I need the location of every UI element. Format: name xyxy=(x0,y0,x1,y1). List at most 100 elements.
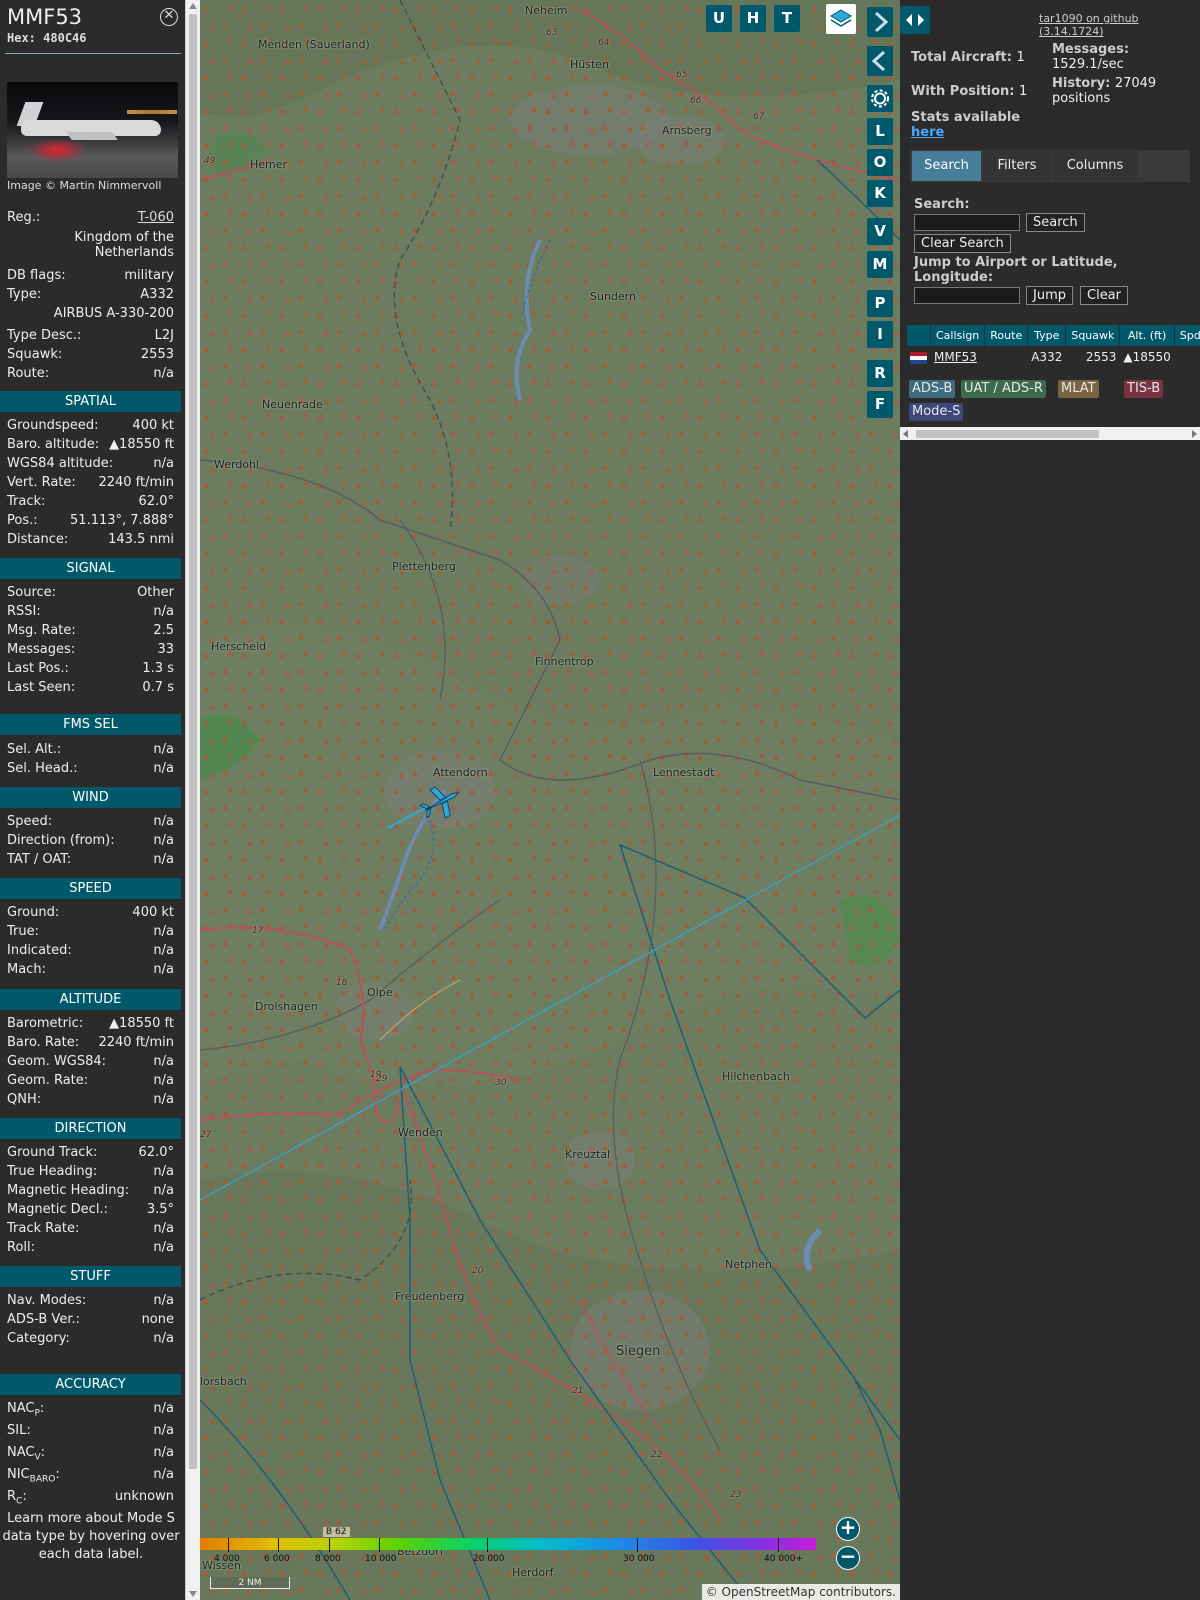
signal-label[interactable]: Source: xyxy=(7,585,56,600)
stuff-label[interactable]: Nav. Modes: xyxy=(7,1293,86,1308)
signal-label[interactable]: Msg. Rate: xyxy=(7,623,76,638)
scrollbar-thumb[interactable] xyxy=(189,14,197,1469)
callsign-cell[interactable]: MMF53 xyxy=(931,347,984,367)
map-button-i[interactable]: I xyxy=(867,321,893,348)
accuracy-label[interactable]: NAC xyxy=(7,1445,34,1460)
altitude-label[interactable]: Geom. WGS84: xyxy=(7,1054,106,1069)
stuff-label[interactable]: ADS-B Ver.: xyxy=(7,1312,80,1327)
map-button-f[interactable]: F xyxy=(867,391,893,418)
altitude-label[interactable]: Baro. Rate: xyxy=(7,1035,79,1050)
alt-cell[interactable]: ▲18550 xyxy=(1120,347,1173,367)
wind-label[interactable]: Speed: xyxy=(7,814,52,829)
direction-label[interactable]: Magnetic Decl.: xyxy=(7,1202,108,1217)
tab-search[interactable]: Search xyxy=(912,151,981,181)
tab-filters[interactable]: Filters xyxy=(983,151,1051,181)
attribution-link[interactable]: OpenStreetMap xyxy=(722,1585,816,1599)
expand-info-button[interactable] xyxy=(867,46,893,76)
spatial-label[interactable]: Pos.: xyxy=(7,513,38,528)
signal-label[interactable]: Last Seen: xyxy=(7,680,75,695)
direction-label[interactable]: Magnetic Heading: xyxy=(7,1183,129,1198)
spatial-label[interactable]: Vert. Rate: xyxy=(7,475,76,490)
map-button-h[interactable]: H xyxy=(740,5,766,32)
close-icon[interactable]: ✕ xyxy=(160,8,178,26)
column-header[interactable]: Route xyxy=(985,325,1028,346)
spatial-label[interactable]: Distance: xyxy=(7,532,68,547)
zoom-in-button[interactable]: + xyxy=(836,1517,860,1541)
column-header[interactable]: Callsign xyxy=(931,325,985,346)
scroll-down-icon[interactable] xyxy=(189,1591,197,1597)
speed-label[interactable]: Ground: xyxy=(7,905,59,920)
tab-columns[interactable]: Columns xyxy=(1053,151,1137,181)
accuracy-label-wrap[interactable]: NACV: xyxy=(7,1445,45,1463)
horizontal-scroll-thumb[interactable] xyxy=(916,430,1099,438)
map-button-p[interactable]: P xyxy=(867,290,893,317)
map-button-r[interactable]: R xyxy=(867,360,893,387)
column-header[interactable]: Type xyxy=(1028,325,1066,346)
route-cell[interactable] xyxy=(985,347,1027,367)
direction-label[interactable]: Roll: xyxy=(7,1240,35,1255)
info-panel-scrollbar[interactable] xyxy=(185,0,201,1600)
wind-label[interactable]: Direction (from): xyxy=(7,833,115,848)
search-button[interactable]: Search xyxy=(1026,213,1085,232)
clear-jump-button[interactable]: Clear xyxy=(1080,286,1128,305)
version-link[interactable]: tar1090 on github (3.14.1724) xyxy=(1039,12,1200,38)
map-button-u[interactable]: U xyxy=(706,5,732,32)
table-row[interactable]: MMF53 A332 2553 ▲18550 xyxy=(907,347,1200,367)
accuracy-label[interactable]: SIL: xyxy=(7,1423,31,1438)
search-input[interactable] xyxy=(914,214,1020,231)
map-button-t[interactable]: T xyxy=(774,5,800,32)
spd-cell[interactable] xyxy=(1175,347,1200,367)
speed-label[interactable]: Indicated: xyxy=(7,943,72,958)
settings-button[interactable] xyxy=(867,85,893,112)
layers-button[interactable] xyxy=(826,4,856,34)
signal-label[interactable]: Last Pos.: xyxy=(7,661,69,676)
flag-cell[interactable] xyxy=(907,347,930,367)
accuracy-label-wrap[interactable]: RC: xyxy=(7,1489,27,1507)
accuracy-label[interactable]: R xyxy=(7,1489,16,1504)
accuracy-label-wrap[interactable]: NACP: xyxy=(7,1401,44,1419)
map-button-k[interactable]: K xyxy=(867,180,893,207)
stats-here-link[interactable]: here xyxy=(911,125,944,140)
column-header[interactable]: Alt. (ft) xyxy=(1120,325,1174,346)
map-button-l[interactable]: L xyxy=(867,118,893,145)
jump-input[interactable] xyxy=(914,287,1020,304)
spatial-label[interactable]: Track: xyxy=(7,494,45,509)
altitude-label[interactable]: QNH: xyxy=(7,1092,41,1107)
speed-label[interactable]: True: xyxy=(7,924,39,939)
scroll-right-icon[interactable] xyxy=(1192,430,1197,438)
fms-label[interactable]: Sel. Alt.: xyxy=(7,742,61,757)
fms-label[interactable]: Sel. Head.: xyxy=(7,761,78,776)
squawk-cell[interactable]: 2553 xyxy=(1066,347,1119,367)
aircraft-marker-icon[interactable] xyxy=(418,782,464,822)
clear-search-button[interactable]: Clear Search xyxy=(914,234,1011,253)
direction-label[interactable]: Track Rate: xyxy=(7,1221,79,1236)
column-header[interactable]: Squawk xyxy=(1066,325,1120,346)
map-button-v[interactable]: V xyxy=(867,218,893,245)
collapse-sidebar-button[interactable] xyxy=(867,7,893,37)
spatial-label[interactable]: WGS84 altitude: xyxy=(7,456,113,471)
accuracy-label[interactable]: NAC xyxy=(7,1401,34,1416)
accuracy-label[interactable]: NIC xyxy=(7,1467,30,1482)
scroll-left-icon[interactable] xyxy=(903,430,908,438)
accuracy-label-wrap[interactable]: NICBARO: xyxy=(7,1467,60,1485)
column-header[interactable] xyxy=(907,325,930,346)
map-button-m[interactable]: M xyxy=(867,251,893,278)
toggle-sidebar-button[interactable] xyxy=(900,6,930,34)
map-button-o[interactable]: O xyxy=(867,149,893,176)
wind-label[interactable]: TAT / OAT: xyxy=(7,852,71,867)
direction-label[interactable]: True Heading: xyxy=(7,1164,97,1179)
column-header[interactable]: Spd xyxy=(1174,325,1200,346)
spatial-label[interactable]: Baro. altitude: xyxy=(7,437,99,452)
jump-button[interactable]: Jump xyxy=(1026,286,1073,305)
direction-label[interactable]: Ground Track: xyxy=(7,1145,97,1160)
altitude-label[interactable]: Barometric: xyxy=(7,1016,83,1031)
aircraft-photo[interactable] xyxy=(7,82,178,178)
signal-label[interactable]: Messages: xyxy=(7,642,75,657)
signal-label[interactable]: RSSI: xyxy=(7,604,41,619)
altitude-label[interactable]: Geom. Rate: xyxy=(7,1073,88,1088)
scroll-up-icon[interactable] xyxy=(189,3,197,9)
speed-label[interactable]: Mach: xyxy=(7,962,46,977)
table-horizontal-scrollbar[interactable] xyxy=(900,427,1200,440)
type-cell[interactable]: A332 xyxy=(1028,347,1065,367)
map-view[interactable]: Neheim Menden (Sauerland) Hüsten Hemer Arnsb… xyxy=(200,0,900,1600)
